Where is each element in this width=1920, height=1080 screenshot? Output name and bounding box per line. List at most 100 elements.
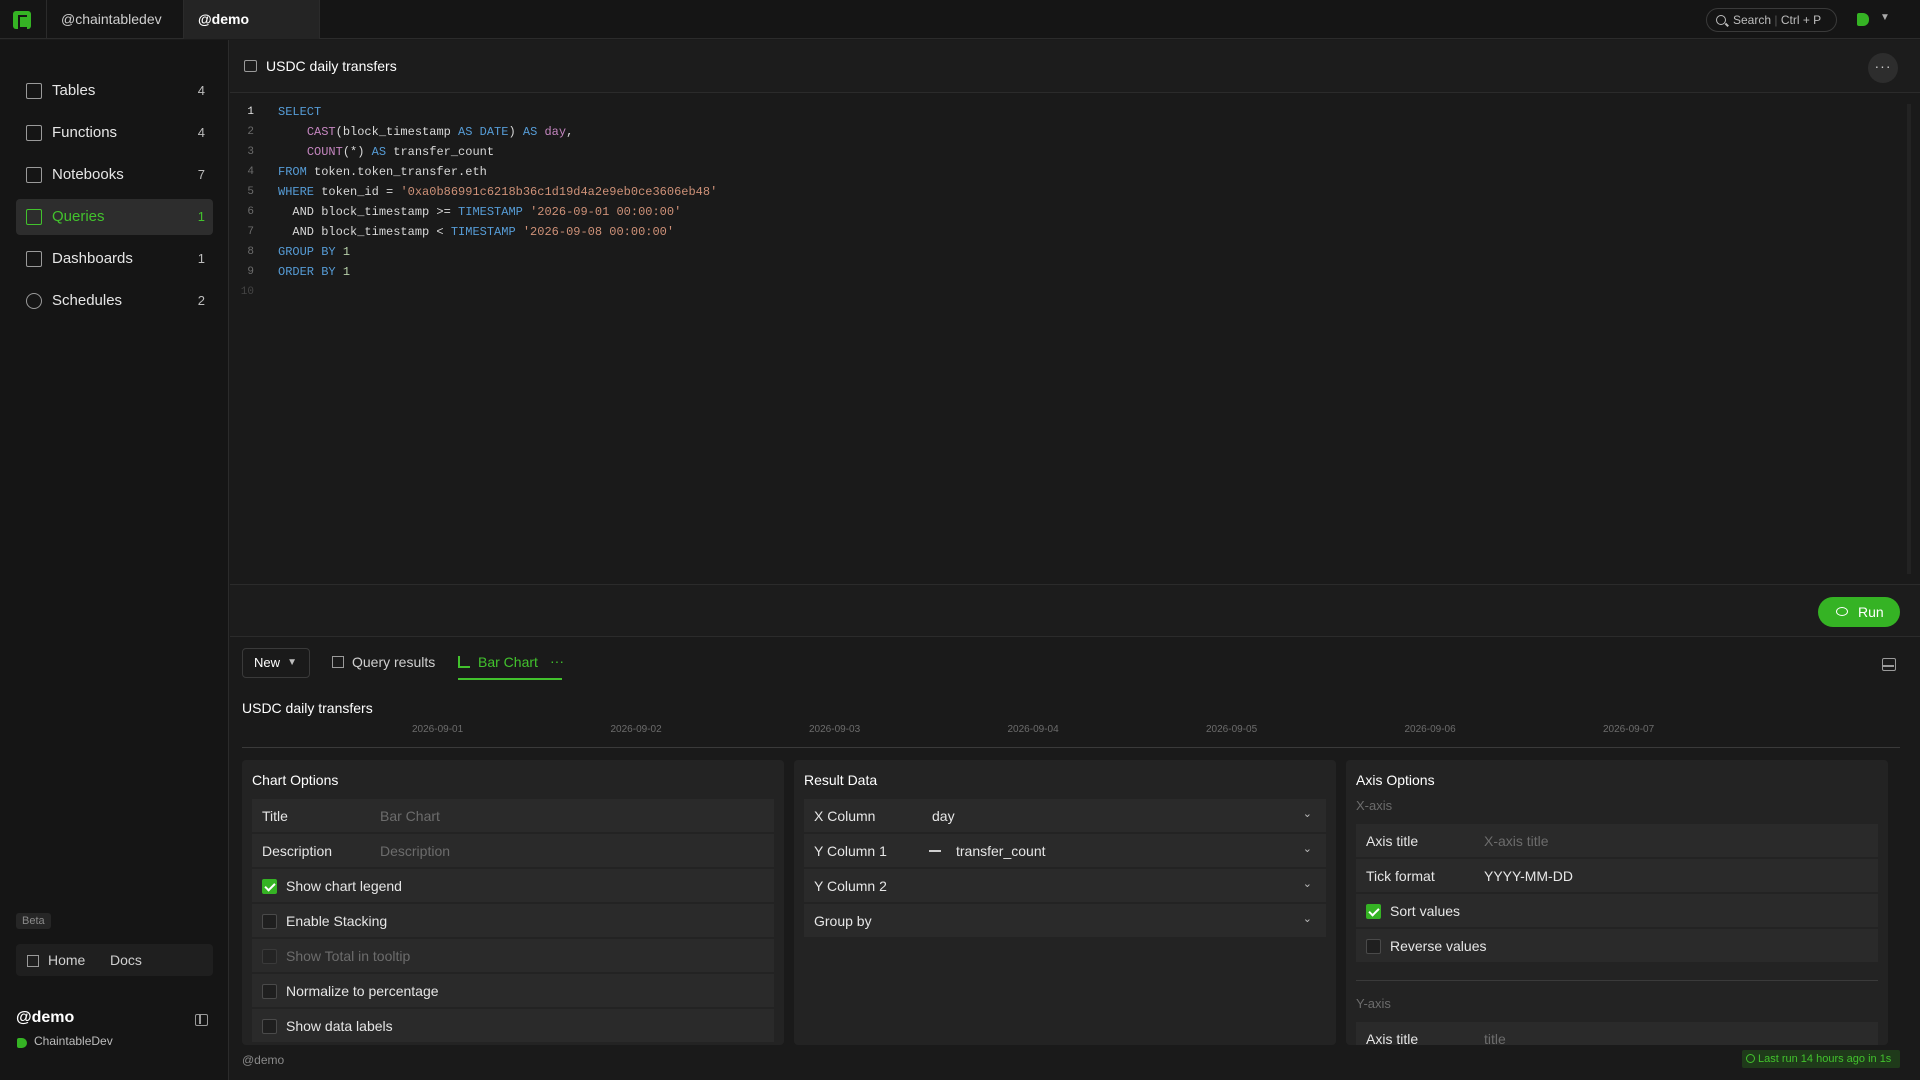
search-shortcut-combo: + P xyxy=(1802,13,1822,27)
tab-bar-chart[interactable]: Bar Chart ··· xyxy=(458,653,564,680)
title-input[interactable]: Bar Chart xyxy=(380,808,440,824)
home-link[interactable]: Home xyxy=(48,952,85,968)
checkbox-label: Normalize to percentage xyxy=(286,983,439,999)
run-button[interactable]: Run xyxy=(1818,597,1900,627)
sidebar-item-schedules[interactable]: Schedules 2 xyxy=(16,283,213,319)
last-run-text: Last run 14 hours ago in 1s xyxy=(1758,1053,1892,1065)
sidebar-item-functions[interactable]: Functions 4 xyxy=(16,115,213,151)
editor-scrollbar[interactable] xyxy=(1907,104,1911,574)
x-axis-title-input[interactable]: X-axis title xyxy=(1484,833,1549,849)
show-data-labels-checkbox[interactable]: Show data labels xyxy=(252,1009,774,1043)
chevron-down-icon: ▼ xyxy=(287,657,297,668)
home-icon xyxy=(27,955,39,967)
code-line: 7 AND block_timestamp < TIMESTAMP '2026-… xyxy=(247,225,675,239)
beta-badge: Beta xyxy=(16,913,51,929)
y-column-1-select[interactable]: Y Column 1 transfer_count ⌄ xyxy=(804,834,1326,868)
title-field[interactable]: Title Bar Chart xyxy=(252,799,774,833)
enable-stacking-checkbox[interactable]: Enable Stacking xyxy=(252,904,774,938)
group-by-select[interactable]: Group by ⌄ xyxy=(804,904,1326,938)
result-data-panel: Result Data X Column day ⌄ Y Column 1 tr… xyxy=(794,760,1336,1045)
series-line-icon xyxy=(929,850,941,852)
chevron-down-icon: ⌄ xyxy=(1302,878,1312,890)
description-input[interactable]: Description xyxy=(380,843,450,859)
field-label: Group by xyxy=(814,913,872,929)
checkbox[interactable] xyxy=(1366,939,1381,954)
show-legend-checkbox[interactable]: Show chart legend xyxy=(252,869,774,903)
y-axis-title-input[interactable]: title xyxy=(1484,1031,1506,1045)
sidebar-item-tables[interactable]: Tables 4 xyxy=(16,73,213,109)
workspace-tab-demo[interactable]: @demo xyxy=(183,0,320,39)
field-label: Description xyxy=(262,843,333,859)
user-avatar-icon[interactable] xyxy=(1857,13,1869,26)
field-label: Y Column 2 xyxy=(814,878,887,894)
query-header: USDC daily transfers ··· xyxy=(230,40,1920,93)
workspace-tab-chaintabledev[interactable]: @chaintabledev xyxy=(46,0,183,39)
sidebar-item-count: 4 xyxy=(197,125,205,140)
last-run-status: Last run 14 hours ago in 1s xyxy=(1742,1050,1900,1068)
result-tabs-bar: New ▼ Query results Bar Chart ··· xyxy=(230,638,1920,688)
collapse-sidebar-icon[interactable] xyxy=(195,1014,208,1026)
normalize-checkbox[interactable]: Normalize to percentage xyxy=(252,974,774,1008)
checkbox[interactable] xyxy=(262,984,277,999)
tab-label: Bar Chart xyxy=(478,654,538,670)
top-bar: @chaintabledev @demo Search | Ctrl + P ▼ xyxy=(0,0,1920,39)
sidebar-item-queries[interactable]: Queries 1 xyxy=(16,199,213,235)
x-axis-title-field[interactable]: Axis title X-axis title xyxy=(1356,824,1878,858)
search-icon xyxy=(1716,15,1726,25)
checkbox[interactable] xyxy=(1366,904,1381,919)
tab-query-results[interactable]: Query results xyxy=(332,654,435,670)
table-icon xyxy=(332,656,344,668)
show-total-checkbox: Show Total in tooltip xyxy=(252,939,774,973)
tick-format-field[interactable]: Tick format YYYY-MM-DD xyxy=(1356,859,1878,893)
chevron-down-icon: ⌄ xyxy=(1302,843,1312,855)
description-field[interactable]: Description Description xyxy=(252,834,774,868)
field-label: Title xyxy=(262,808,288,824)
checkbox[interactable] xyxy=(262,914,277,929)
chevron-down-icon[interactable]: ▼ xyxy=(1880,12,1890,23)
chart-title: USDC daily transfers xyxy=(242,700,373,716)
sql-editor[interactable]: 1 SELECT 2 CAST(block_timestamp AS DATE)… xyxy=(230,94,1920,584)
x-column-value: day xyxy=(932,808,955,824)
checkbox[interactable] xyxy=(262,1019,277,1034)
tab-more-icon[interactable]: ··· xyxy=(550,653,564,669)
field-label: X Column xyxy=(814,808,876,824)
y-axis-section-label: Y-axis xyxy=(1356,996,1391,1011)
sidebar-item-notebooks[interactable]: Notebooks 7 xyxy=(16,157,213,193)
y-column-2-select[interactable]: Y Column 2 ⌄ xyxy=(804,869,1326,903)
tick-format-input[interactable]: YYYY-MM-DD xyxy=(1484,868,1573,884)
sidebar-item-count: 2 xyxy=(197,293,205,308)
checkbox[interactable] xyxy=(262,879,277,894)
sidebar-item-label: Dashboards xyxy=(52,250,133,267)
table-icon xyxy=(26,83,42,99)
code-line: 5 WHERE token_id = '0xa0b86991c6218b36c1… xyxy=(247,185,718,199)
x-tick-label: 2026-09-02 xyxy=(610,724,662,735)
docs-link[interactable]: Docs xyxy=(110,952,142,968)
field-label: Tick format xyxy=(1366,868,1435,884)
y-axis-title-field[interactable]: Axis title title xyxy=(1356,1022,1878,1045)
x-tick-label: 2026-09-04 xyxy=(1007,724,1059,735)
sidebar-item-dashboards[interactable]: Dashboards 1 xyxy=(16,241,213,277)
divider xyxy=(1356,980,1878,981)
x-column-select[interactable]: X Column day ⌄ xyxy=(804,799,1326,833)
new-visualization-dropdown[interactable]: New ▼ xyxy=(242,648,310,678)
x-axis-section-label: X-axis xyxy=(1356,798,1393,813)
bar-chart-icon xyxy=(458,656,470,668)
code-line: 10 xyxy=(240,286,254,298)
search-box[interactable]: Search | Ctrl + P xyxy=(1706,8,1837,32)
checkbox-label: Show data labels xyxy=(286,1018,393,1034)
code-line: 4 FROM token.token_transfer.eth xyxy=(247,165,487,179)
sort-values-checkbox[interactable]: Sort values xyxy=(1356,894,1878,928)
chaintable-logo-icon[interactable] xyxy=(13,11,31,29)
axis-options-panel: Axis Options X-axis Axis title X-axis ti… xyxy=(1346,760,1888,1045)
workspace-org: ChaintableDev xyxy=(34,1034,113,1048)
workspace-name: @demo xyxy=(16,1009,75,1026)
reverse-values-checkbox[interactable]: Reverse values xyxy=(1356,929,1878,963)
notebook-icon xyxy=(26,167,42,183)
checkbox-label: Reverse values xyxy=(1390,938,1487,954)
chart-options-panel: Chart Options Title Bar Chart Descriptio… xyxy=(242,760,784,1045)
code-line: 3 COUNT(*) AS transfer_count xyxy=(247,145,495,159)
more-options-button[interactable]: ··· xyxy=(1868,53,1898,83)
code-line: 6 AND block_timestamp >= TIMESTAMP '2026… xyxy=(247,205,682,219)
toggle-panel-icon[interactable] xyxy=(1882,658,1896,671)
status-workspace: @demo xyxy=(242,1053,285,1067)
